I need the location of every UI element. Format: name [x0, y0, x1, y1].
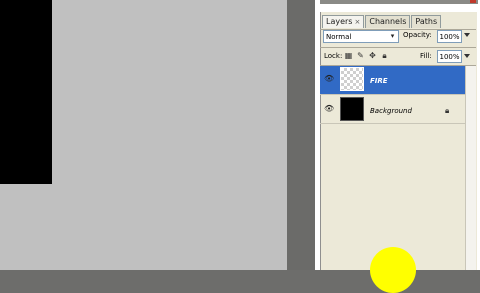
fill-label: Fill: — [420, 52, 432, 60]
eye-icon[interactable]: 👁︎ — [324, 105, 334, 113]
lock-brush-icon[interactable]: ✎ — [356, 51, 365, 60]
tab-channels-label: Channels — [369, 17, 407, 26]
panel-dock-top-edge — [320, 0, 478, 4]
lock-label: Lock: — [324, 52, 343, 60]
lock-icon: 🔒︎ — [445, 106, 450, 115]
fill-input[interactable]: 100% — [437, 50, 462, 63]
workspace-background — [287, 0, 315, 270]
lock-move-icon[interactable]: ✥ — [368, 51, 377, 60]
tab-paths-label: Paths — [415, 17, 438, 26]
lock-all-icon[interactable]: 🔒︎ — [380, 51, 389, 60]
layers-scrollbar[interactable] — [465, 66, 476, 270]
canvas-black-shape — [0, 0, 52, 184]
panel-dock-top-accent — [470, 0, 476, 3]
tab-layers[interactable]: Layers × — [322, 15, 365, 28]
tab-channels[interactable]: Channels — [365, 15, 411, 28]
opacity-dropdown-icon[interactable] — [464, 33, 470, 37]
panel-tab-bar: Layers × Channels Paths — [322, 15, 442, 29]
tab-layers-label: Layers — [326, 17, 353, 26]
chevron-down-icon[interactable]: ▾ — [388, 32, 397, 41]
layer-name-fire: FIRE — [370, 77, 388, 85]
opacity-label: Opacity: — [403, 31, 432, 39]
tab-paths[interactable]: Paths — [411, 15, 442, 28]
blend-mode-value: Normal — [326, 33, 352, 41]
blend-mode-select[interactable]: Normal ▾ — [323, 30, 399, 43]
layer-name-background: Background — [370, 107, 412, 115]
layer-thumbnail-fire — [340, 67, 364, 91]
fill-dropdown-icon[interactable] — [464, 54, 470, 58]
eye-icon[interactable]: 👁︎ — [324, 75, 334, 83]
close-icon[interactable]: × — [354, 16, 360, 28]
layer-thumbnail-background — [340, 97, 364, 121]
cursor-highlight — [370, 247, 416, 293]
lock-transparency-icon[interactable]: ▦ — [344, 51, 353, 60]
opacity-input[interactable]: 100% — [437, 30, 462, 43]
